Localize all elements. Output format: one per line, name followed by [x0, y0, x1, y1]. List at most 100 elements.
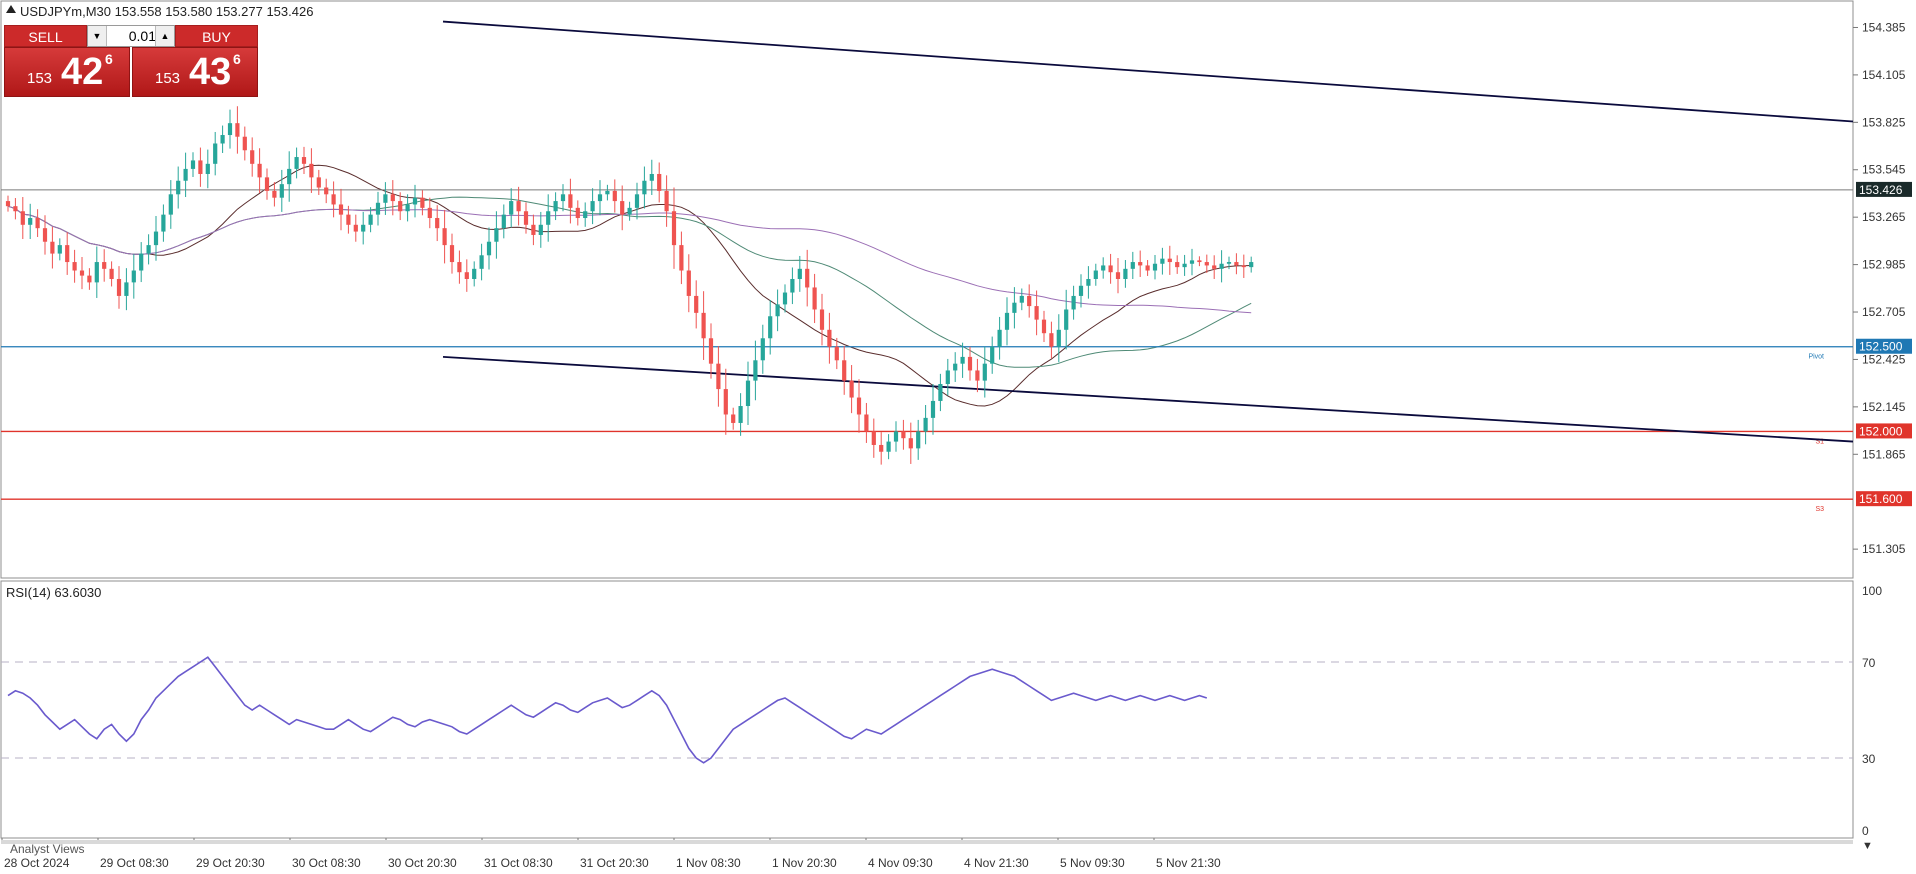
main-chart-pane[interactable] — [0, 0, 1854, 579]
candle-body — [479, 255, 484, 269]
candle-body — [1101, 265, 1106, 271]
candle-body — [634, 194, 640, 208]
candle-body — [612, 190, 617, 202]
candle-body — [116, 278, 122, 296]
one-click-trading-panel: SELL ▼ ▲ BUY 153 42 6 153 43 6 — [4, 25, 258, 97]
footer-divider — [1, 840, 1853, 844]
candle-body — [1175, 262, 1180, 268]
candle-body — [235, 123, 240, 137]
candle-body — [1078, 285, 1084, 296]
candle-body — [457, 262, 462, 273]
candle-body — [213, 143, 218, 164]
candle-body — [57, 245, 62, 254]
price-tick-label: 153.545 — [1862, 163, 1906, 177]
candle-body — [361, 224, 366, 232]
candle-body — [812, 287, 817, 310]
time-tick-label: 31 Oct 08:30 — [484, 856, 553, 870]
price-tick-label: 152.985 — [1862, 258, 1906, 272]
candle-body — [1189, 260, 1195, 264]
time-tick-label: 4 Nov 09:30 — [868, 856, 933, 870]
candle-body — [390, 194, 395, 202]
buy-button[interactable]: BUY — [175, 25, 258, 47]
candle-body — [886, 441, 891, 452]
candle-body — [338, 204, 344, 215]
candle-body — [420, 197, 425, 208]
price-tick-label: 152.145 — [1862, 400, 1906, 414]
chart-canvas[interactable]: PivotS1S3 154.385154.105153.825153.54515… — [0, 0, 1916, 874]
candle-body — [916, 431, 921, 449]
candle-body — [65, 245, 70, 263]
candle-body — [842, 360, 847, 381]
candle-body — [287, 168, 292, 185]
rsi-pane[interactable] — [0, 580, 1854, 839]
candle-body — [1145, 265, 1150, 271]
volume-input[interactable] — [106, 26, 156, 46]
scroll-down-icon[interactable]: ▼ — [1862, 840, 1873, 852]
candle-body — [72, 262, 77, 271]
buy-price-button[interactable]: 153 43 6 — [132, 47, 258, 97]
rsi-label: RSI(14) 63.6030 — [6, 585, 101, 600]
candle-body — [731, 414, 736, 423]
volume-down-icon[interactable]: ▼ — [88, 26, 107, 46]
sell-price-pips: 42 — [61, 51, 104, 93]
candle-body — [109, 268, 114, 279]
candle-body — [745, 380, 751, 407]
candle-body — [864, 414, 869, 432]
candle-body — [309, 163, 314, 178]
time-tick-label: 29 Oct 20:30 — [196, 856, 265, 870]
level-price-label: 151.600 — [1859, 492, 1903, 506]
candle-body — [575, 207, 580, 219]
candle-body — [198, 160, 203, 174]
rsi-tick-label: 0 — [1862, 824, 1869, 838]
candle-body — [257, 163, 262, 178]
candle-body — [686, 270, 691, 296]
candle-body — [472, 268, 477, 279]
candle-body — [1234, 262, 1239, 266]
time-tick-label: 5 Nov 21:30 — [1156, 856, 1221, 870]
candle-body — [975, 370, 980, 381]
candle-body — [405, 204, 410, 212]
candle-body — [523, 211, 529, 225]
candle-body — [538, 224, 543, 235]
price-tick-label: 153.825 — [1862, 115, 1906, 129]
candle-body — [124, 282, 129, 296]
time-tick-label: 30 Oct 08:30 — [292, 856, 361, 870]
candle-body — [501, 214, 506, 229]
sell-price-button[interactable]: 153 42 6 — [4, 47, 130, 97]
candle-body — [553, 201, 558, 212]
buy-price-pips: 43 — [189, 51, 232, 93]
candle-body — [368, 214, 373, 225]
volume-up-icon[interactable]: ▲ — [155, 26, 174, 46]
candle-body — [1041, 319, 1047, 334]
sell-button[interactable]: SELL — [4, 25, 87, 47]
current-price-label: 153.426 — [1859, 183, 1903, 197]
candle-body — [301, 157, 307, 164]
candle-body — [1093, 270, 1098, 279]
candle-body — [146, 245, 151, 254]
candle-body — [560, 194, 566, 202]
candle-body — [701, 312, 706, 339]
candle-body — [1212, 265, 1217, 269]
candle-body — [279, 184, 284, 198]
buy-price-big-figure: 153 — [155, 70, 181, 87]
candle-body — [464, 272, 469, 279]
candle-body — [1012, 302, 1017, 313]
analyst-views-tab[interactable]: Analyst Views — [10, 842, 84, 856]
candle-body — [664, 190, 669, 212]
candle-body — [760, 338, 765, 361]
candle-body — [790, 278, 795, 293]
candle-body — [227, 123, 233, 136]
candle-body — [546, 211, 551, 225]
price-tick-label: 153.265 — [1862, 210, 1906, 224]
candle-body — [435, 218, 440, 229]
price-tick-label: 151.865 — [1862, 447, 1906, 461]
candle-body — [990, 346, 995, 364]
candle-body — [805, 268, 810, 288]
candle-body — [738, 406, 743, 423]
candle-body — [908, 438, 913, 449]
candle-body — [953, 363, 958, 371]
candle-body — [620, 201, 625, 215]
level-tag-pivot: Pivot — [1808, 354, 1824, 361]
price-tick-label: 152.425 — [1862, 352, 1906, 366]
candle-body — [1130, 262, 1135, 269]
